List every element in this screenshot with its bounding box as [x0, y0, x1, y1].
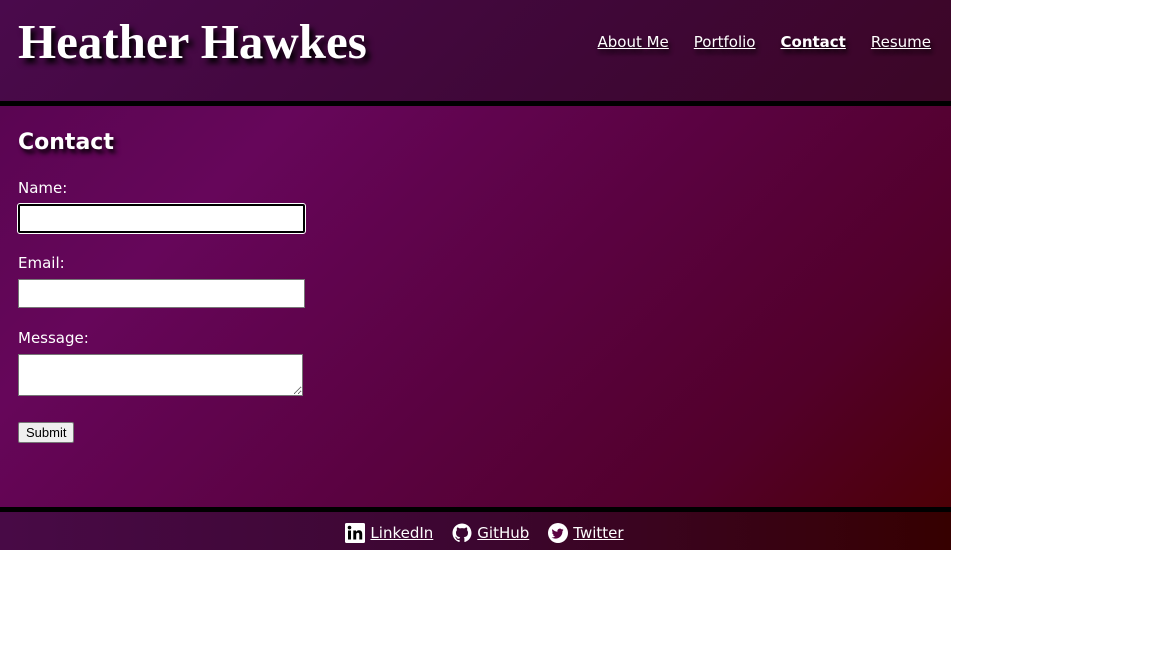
main-nav: About Me Portfolio Contact Resume [597, 33, 931, 51]
twitter-label: Twitter [573, 524, 624, 542]
github-icon [452, 523, 472, 543]
github-link[interactable]: GitHub [452, 523, 529, 543]
linkedin-link[interactable]: LinkedIn [345, 523, 433, 543]
nav-link-contact[interactable]: Contact [781, 33, 846, 51]
submit-button[interactable]: Submit [18, 422, 75, 443]
message-label: Message: [18, 329, 89, 347]
twitter-link[interactable]: Twitter [548, 523, 624, 543]
twitter-icon [548, 523, 569, 543]
name-label: Name: [18, 179, 68, 197]
nav-link-about-me[interactable]: About Me [597, 33, 668, 51]
site-footer: LinkedIn GitHub Twitter [0, 507, 951, 550]
page: Heather Hawkes About Me Portfolio Contac… [0, 0, 951, 550]
site-header: Heather Hawkes About Me Portfolio Contac… [0, 0, 951, 106]
linkedin-label: LinkedIn [370, 524, 434, 542]
email-field[interactable] [18, 279, 305, 308]
name-field[interactable] [17, 203, 306, 234]
site-title: Heather Hawkes [18, 14, 367, 69]
nav-link-portfolio[interactable]: Portfolio [694, 33, 756, 51]
page-title: Contact [18, 130, 114, 155]
main-content: Contact Name: Email: Message: Submit [0, 106, 951, 507]
email-label: Email: [18, 254, 65, 272]
message-field[interactable] [18, 354, 303, 396]
github-label: GitHub [477, 524, 530, 542]
nav-link-resume[interactable]: Resume [871, 33, 931, 51]
linkedin-icon [345, 523, 366, 543]
social-links: LinkedIn GitHub Twitter [0, 523, 951, 543]
